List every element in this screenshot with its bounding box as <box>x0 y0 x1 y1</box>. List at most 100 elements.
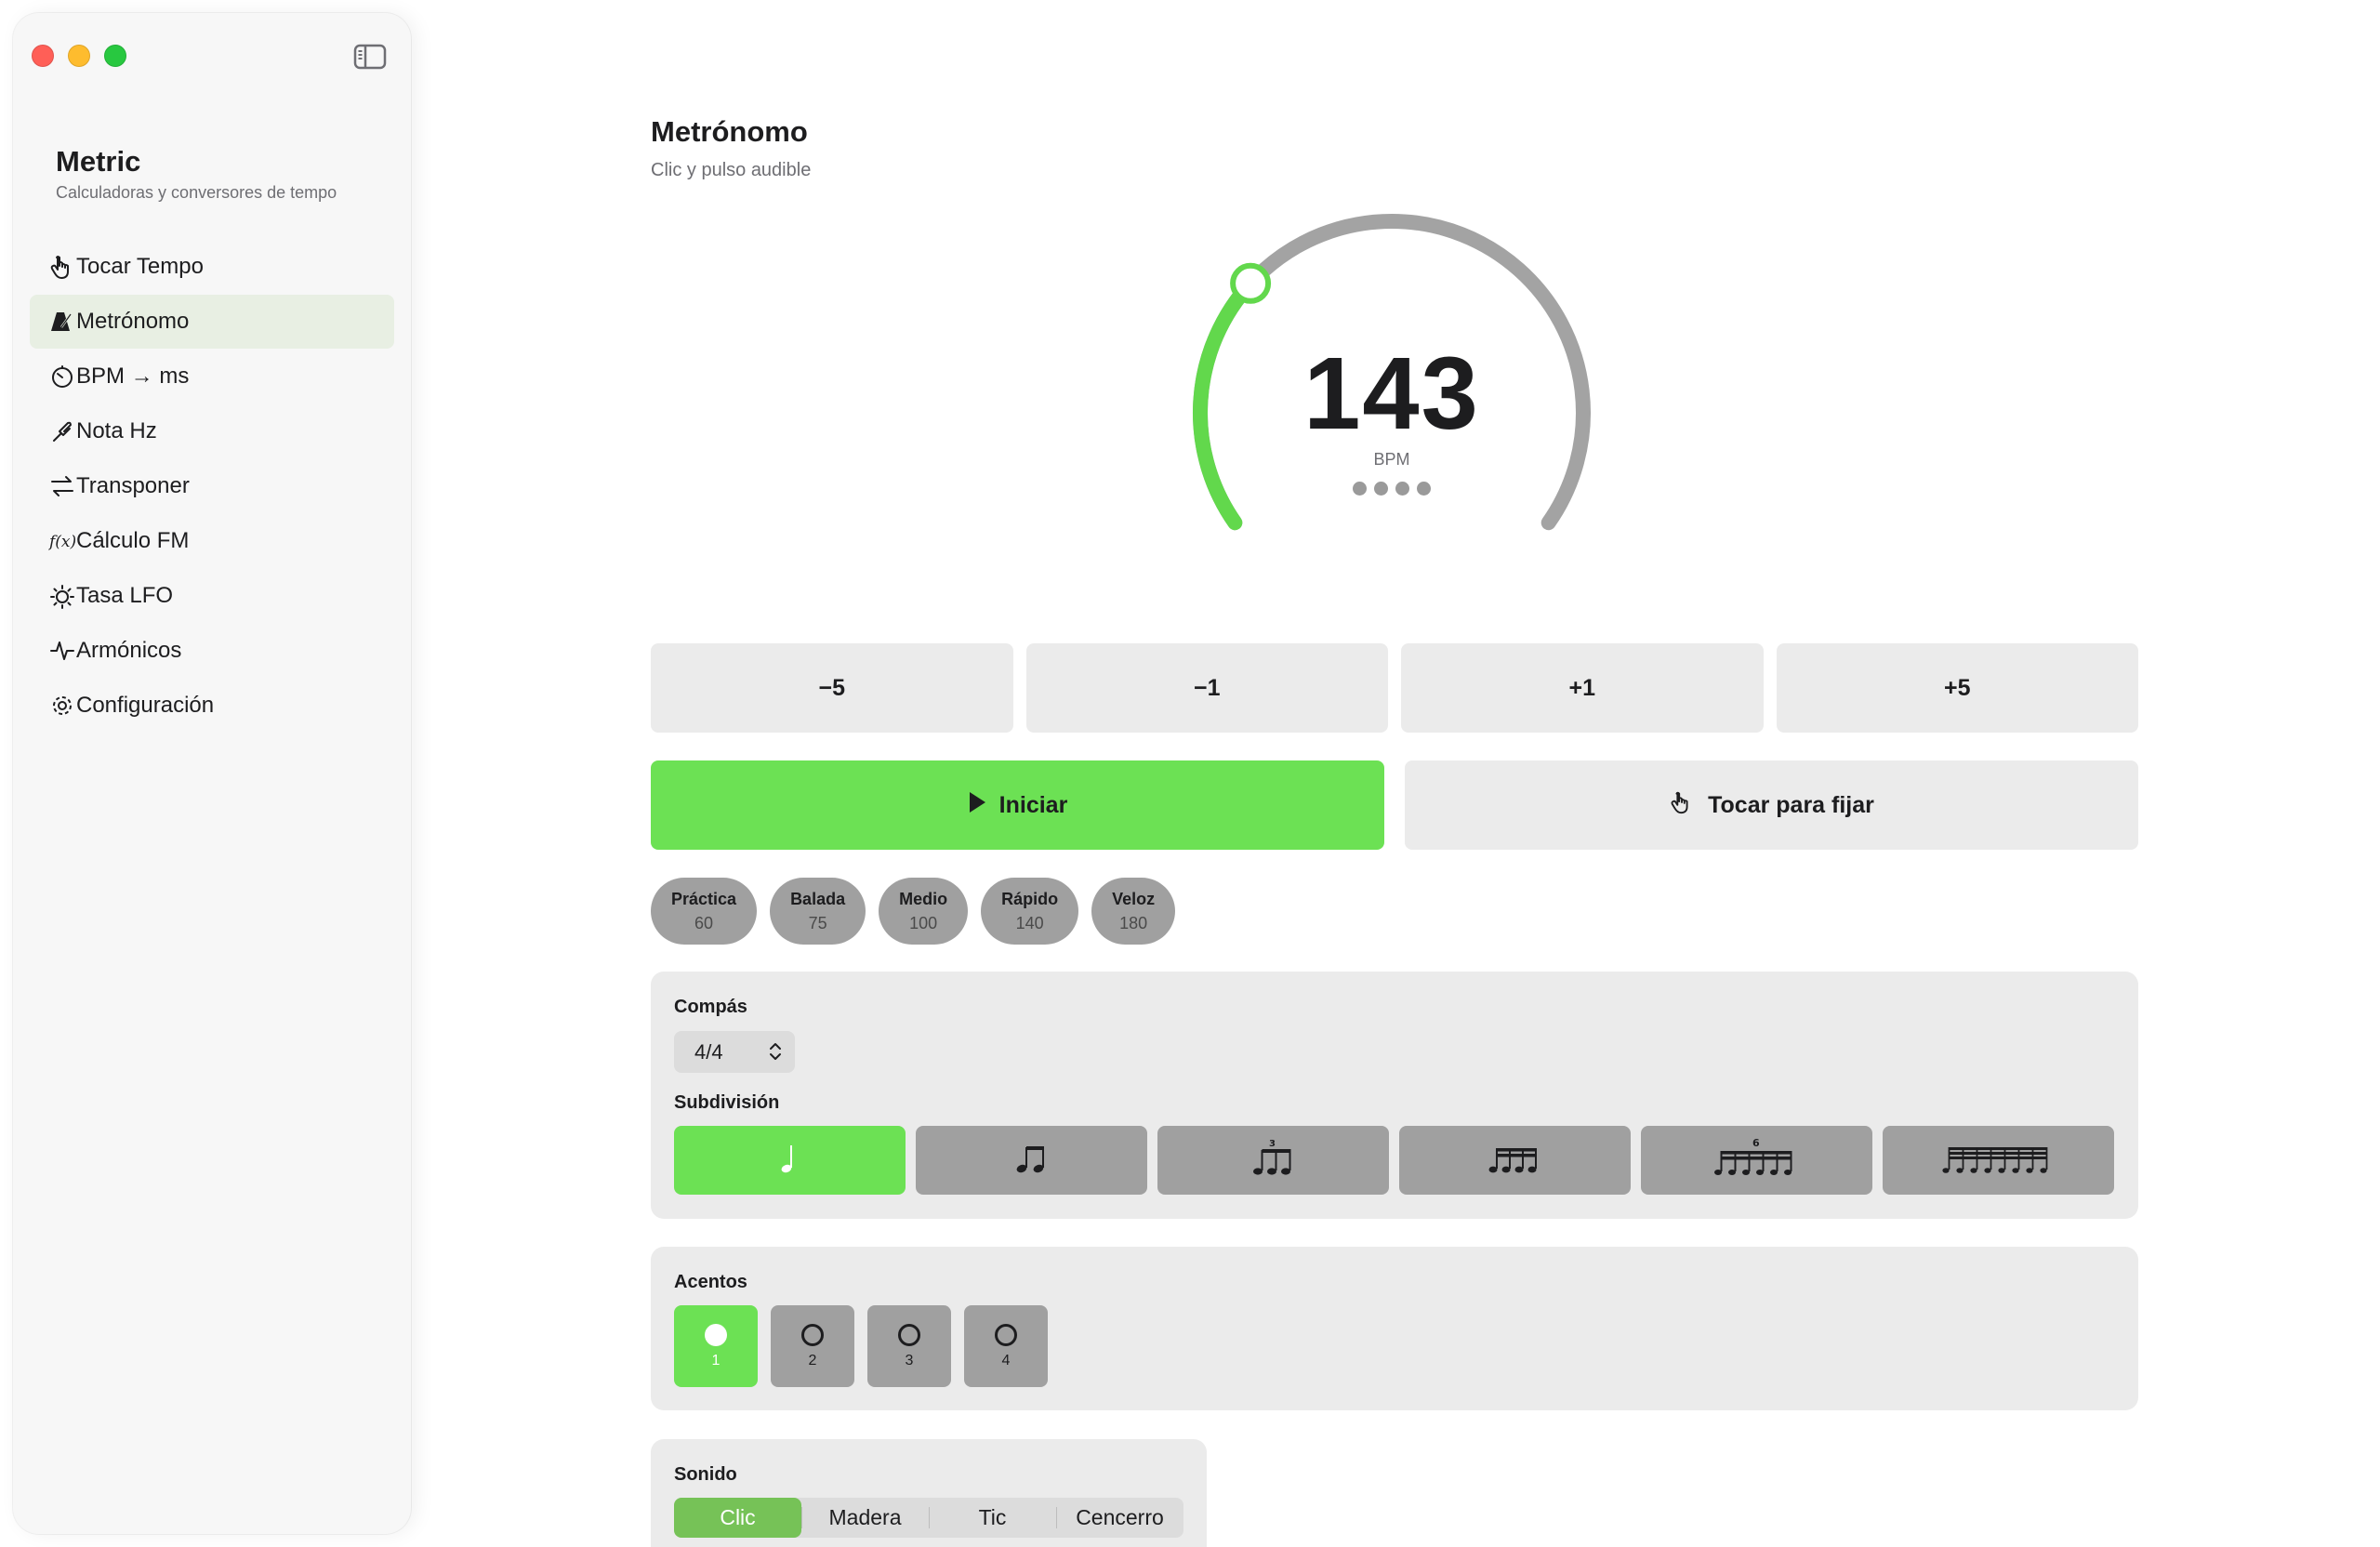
quarter-note-icon <box>776 1140 804 1182</box>
hand-tap-icon <box>1669 788 1695 823</box>
subdivision-buttons: 3 6 <box>674 1126 2114 1195</box>
compas-label: Compás <box>674 997 747 1017</box>
preset-bpm: 60 <box>694 913 714 932</box>
svg-text:f(x): f(x) <box>48 533 76 551</box>
accent-empty-circle-icon <box>801 1323 824 1346</box>
sidebar: Metric Calculadoras y conversores de tem… <box>13 13 411 1534</box>
sound-option-madera[interactable]: Madera <box>801 1498 929 1538</box>
preset-name: Medio <box>899 889 948 908</box>
tap-to-set-button[interactable]: Tocar para fijar <box>1405 760 2138 850</box>
beat-dot <box>1374 482 1388 496</box>
sidebar-item-calculo-fm[interactable]: f(x) Cálculo FM <box>30 514 394 568</box>
tuning-fork-icon <box>48 418 76 444</box>
accent-beat-3-button[interactable]: 3 <box>867 1305 951 1387</box>
preset-bpm: 180 <box>1119 913 1148 932</box>
accent-beat-number: 2 <box>808 1352 817 1368</box>
hand-tap-icon <box>48 254 76 280</box>
beat-indicator <box>1187 482 1596 496</box>
time-signature-select[interactable]: 4/4 <box>674 1031 795 1073</box>
plus-1-button[interactable]: +1 <box>1401 643 1764 733</box>
sound-option-cencerro[interactable]: Cencerro <box>1056 1498 1183 1538</box>
subdivision-sextuplet-button[interactable]: 6 <box>1641 1126 1872 1195</box>
minus-5-button[interactable]: −5 <box>651 643 1013 733</box>
accent-buttons: 1 2 3 4 <box>674 1305 1048 1387</box>
sixteenth-notes-icon <box>1488 1140 1543 1182</box>
tempo-dial[interactable]: 143 BPM <box>1187 206 1596 578</box>
eighth-notes-icon <box>1013 1140 1051 1182</box>
sound-option-tic[interactable]: Tic <box>929 1498 1056 1538</box>
sidebar-item-label: Armónicos <box>76 638 182 663</box>
minimize-window-button[interactable] <box>68 45 90 67</box>
sidebar-item-transponer[interactable]: Transponer <box>30 459 394 513</box>
subdivision-thirty-second-button[interactable] <box>1883 1126 2114 1195</box>
subdivision-triplet-button[interactable]: 3 <box>1157 1126 1389 1195</box>
sidebar-item-armonicos[interactable]: Armónicos <box>30 624 394 678</box>
waveform-icon <box>48 638 76 664</box>
play-icon <box>968 791 986 820</box>
sidebar-item-label: Cálculo FM <box>76 528 190 553</box>
sidebar-item-configuracion[interactable]: Configuración <box>30 679 394 733</box>
sun-dial-icon <box>48 583 76 609</box>
beat-dot <box>1353 482 1367 496</box>
accents-label: Acentos <box>674 1272 747 1292</box>
app-subtitle: Calculadoras y conversores de tempo <box>56 183 337 202</box>
sound-label: Sonido <box>674 1464 737 1485</box>
page-title: Metrónomo <box>651 115 808 148</box>
preset-name: Balada <box>790 889 846 908</box>
dial-knob <box>1230 262 1272 304</box>
start-button-label: Iniciar <box>998 791 1068 818</box>
sidebar-item-bpm-ms[interactable]: BPM → ms <box>30 350 394 403</box>
accent-beat-2-button[interactable]: 2 <box>771 1305 854 1387</box>
sidebar-item-tocar-tempo[interactable]: Tocar Tempo <box>30 240 394 294</box>
preset-bpm: 100 <box>909 913 938 932</box>
sidebar-item-tasa-lfo[interactable]: Tasa LFO <box>30 569 394 623</box>
tap-button-label: Tocar para fijar <box>1708 791 1874 818</box>
sidebar-item-label: Configuración <box>76 693 215 718</box>
sidebar-item-nota-hz[interactable]: Nota Hz <box>30 404 394 458</box>
function-icon: f(x) <box>47 528 76 554</box>
app-window: Metric Calculadoras y conversores de tem… <box>0 0 2380 1547</box>
metronome-icon <box>48 309 76 335</box>
preset-name: Veloz <box>1112 889 1156 908</box>
accents-card: Acentos 1 2 3 4 <box>651 1247 2138 1410</box>
accent-empty-circle-icon <box>898 1323 920 1346</box>
bpm-value: 143 <box>1303 337 1480 451</box>
subdivision-quarter-button[interactable] <box>674 1126 906 1195</box>
compas-card: Compás 4/4 Subdivisión 3 6 <box>651 972 2138 1219</box>
time-signature-value: 4/4 <box>694 1039 723 1064</box>
gear-icon <box>48 693 76 719</box>
preset-veloz[interactable]: Veloz 180 <box>1091 878 1176 945</box>
sidebar-toggle-icon[interactable] <box>353 44 387 70</box>
timer-icon <box>48 364 76 390</box>
subdivision-label: Subdivisión <box>674 1092 780 1113</box>
accent-empty-circle-icon <box>995 1323 1017 1346</box>
subdivision-eighth-button[interactable] <box>916 1126 1147 1195</box>
sidebar-nav: Tocar Tempo Metrónomo BPM → ms Nota Hz T… <box>30 240 394 734</box>
sidebar-item-label: Tasa LFO <box>76 583 174 608</box>
plus-5-button[interactable]: +5 <box>1776 643 2138 733</box>
minus-1-button[interactable]: −1 <box>1025 643 1388 733</box>
sidebar-item-label: BPM → ms <box>76 364 190 389</box>
sidebar-item-metronomo[interactable]: Metrónomo <box>30 295 394 349</box>
svg-text:6: 6 <box>1752 1137 1760 1149</box>
accent-filled-circle-icon <box>705 1323 727 1346</box>
start-button[interactable]: Iniciar <box>651 760 1384 850</box>
arrows-swap-icon <box>48 473 76 499</box>
thirty-second-notes-icon <box>1941 1140 2056 1182</box>
preset-practica[interactable]: Práctica 60 <box>651 878 758 945</box>
window-controls <box>32 45 126 67</box>
beat-dot <box>1395 482 1409 496</box>
sound-option-clic[interactable]: Clic <box>674 1498 801 1538</box>
sidebar-item-label: Transponer <box>76 473 190 498</box>
sound-card: Sonido Clic Madera Tic Cencerro <box>651 1439 1207 1547</box>
close-window-button[interactable] <box>32 45 54 67</box>
accent-beat-4-button[interactable]: 4 <box>964 1305 1048 1387</box>
preset-rapido[interactable]: Rápido 140 <box>981 878 1079 945</box>
preset-balada[interactable]: Balada 75 <box>770 878 866 945</box>
zoom-window-button[interactable] <box>104 45 126 67</box>
accent-beat-1-button[interactable]: 1 <box>674 1305 758 1387</box>
action-buttons: Iniciar Tocar para fijar <box>651 760 2138 850</box>
subdivision-sixteenth-button[interactable] <box>1399 1126 1631 1195</box>
preset-medio[interactable]: Medio 100 <box>879 878 969 945</box>
tempo-step-buttons: −5 −1 +1 +5 <box>651 643 2138 733</box>
